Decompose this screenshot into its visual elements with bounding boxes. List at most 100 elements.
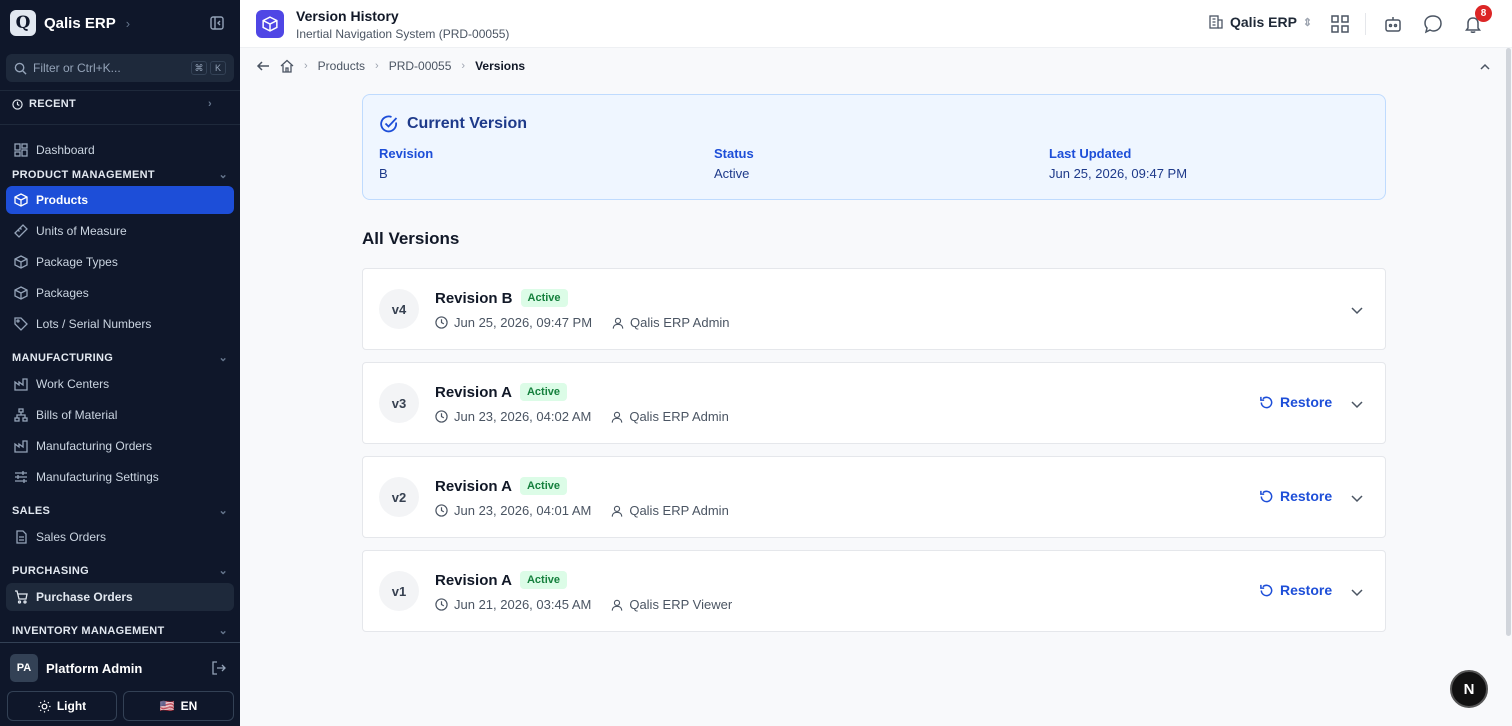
chevron-up-down-icon: ⇕ xyxy=(1302,16,1313,29)
page-subtitle: Inertial Navigation System (PRD-00055) xyxy=(296,27,510,41)
section-purchasing[interactable]: PURCHASING ⌄ xyxy=(12,564,228,578)
version-revision: Revision A xyxy=(435,477,512,495)
section-label: PRODUCT MANAGEMENT xyxy=(12,168,155,181)
notification-badge: 8 xyxy=(1475,5,1492,22)
apps-grid-icon[interactable] xyxy=(1330,14,1350,34)
restore-label: Restore xyxy=(1280,488,1333,504)
bot-icon[interactable] xyxy=(1383,14,1403,34)
brand[interactable]: Q Qalis ERP › xyxy=(10,10,130,36)
clock-icon xyxy=(435,410,448,423)
avatar: PA xyxy=(10,654,38,682)
restore-icon xyxy=(1260,490,1273,502)
logout-icon[interactable] xyxy=(212,661,226,675)
org-name: Qalis ERP xyxy=(1230,14,1297,30)
section-manufacturing[interactable]: MANUFACTURING ⌄ xyxy=(12,351,228,365)
home-icon[interactable] xyxy=(280,59,294,73)
org-switcher[interactable]: Qalis ERP ⇕ xyxy=(1208,14,1312,30)
version-card[interactable]: v1 Revision A Active Jun 21, 2026, 03:45… xyxy=(362,550,1386,632)
sidebar-item-units[interactable]: Units of Measure xyxy=(6,217,234,245)
scrollbar[interactable] xyxy=(1506,48,1511,636)
status-badge: Active xyxy=(519,477,567,495)
restore-button[interactable]: Restore xyxy=(1259,488,1332,504)
section-inventory[interactable]: INVENTORY MANAGEMENT ⌄ xyxy=(12,624,228,638)
tag-icon xyxy=(14,317,28,331)
current-version-heading: Current Version xyxy=(379,114,527,134)
search-input[interactable] xyxy=(33,61,173,75)
sidebar-item-label: Bills of Material xyxy=(36,408,118,422)
arrow-left-icon[interactable] xyxy=(256,59,270,73)
language-button[interactable]: 🇺🇸 EN xyxy=(123,691,234,721)
sidebar: Q Qalis ERP › ⌘ K RECENT › Dashboard PRO… xyxy=(0,0,240,726)
chevron-down-icon[interactable] xyxy=(1349,396,1365,412)
version-date: Jun 25, 2026, 09:47 PM xyxy=(454,315,593,330)
user-icon xyxy=(612,411,623,423)
section-sales[interactable]: SALES ⌄ xyxy=(12,504,228,518)
sidebar-item-products[interactable]: Products xyxy=(6,186,234,214)
sun-icon xyxy=(38,699,51,713)
user-icon xyxy=(612,317,624,329)
all-versions-title: All Versions xyxy=(362,229,460,248)
version-header: Revision B Active xyxy=(435,289,568,307)
restore-button[interactable]: Restore xyxy=(1259,582,1332,598)
sidebar-item-purchase-orders[interactable]: Purchase Orders xyxy=(6,583,234,611)
section-product-management[interactable]: PRODUCT MANAGEMENT ⌄ xyxy=(12,168,228,182)
version-number: v4 xyxy=(379,289,419,329)
chevron-right-icon: › xyxy=(461,60,466,72)
box-icon xyxy=(14,193,28,207)
sidebar-item-label: Purchase Orders xyxy=(36,590,133,604)
breadcrumb-products[interactable]: Products xyxy=(318,59,365,73)
version-number: v1 xyxy=(379,571,419,611)
sidebar-item-boms[interactable]: Bills of Material xyxy=(6,401,234,429)
breadcrumb-product-id[interactable]: PRD-00055 xyxy=(389,59,452,73)
sidebar-item-sales-orders[interactable]: Sales Orders xyxy=(6,523,234,551)
version-user: Qalis ERP Admin xyxy=(630,315,730,330)
sidebar-item-mfg-orders[interactable]: Manufacturing Orders xyxy=(6,432,234,460)
version-meta: Jun 25, 2026, 09:47 PM Qalis ERP Admin xyxy=(435,315,730,330)
version-header: Revision A Active xyxy=(435,477,567,495)
language-label: EN xyxy=(180,699,198,713)
cmd-key: ⌘ xyxy=(191,61,207,75)
chevron-down-icon[interactable] xyxy=(1349,490,1365,506)
last-updated-value: Jun 25, 2026, 09:47 PM xyxy=(1049,166,1188,181)
top-bar: Version History Inertial Navigation Syst… xyxy=(240,0,1512,48)
dashboard-icon xyxy=(14,143,28,157)
version-number: v2 xyxy=(379,477,419,517)
status-badge: Active xyxy=(519,383,567,401)
version-user: Qalis ERP Admin xyxy=(629,503,729,518)
chevron-up-icon[interactable] xyxy=(1478,60,1492,74)
chevron-down-icon: ⌄ xyxy=(218,565,228,577)
version-card[interactable]: v3 Revision A Active Jun 23, 2026, 04:02… xyxy=(362,362,1386,444)
chat-icon[interactable] xyxy=(1423,14,1443,34)
k-key: K xyxy=(210,61,226,75)
restore-icon xyxy=(1260,584,1273,596)
sidebar-item-mfg-settings[interactable]: Manufacturing Settings xyxy=(6,463,234,491)
recent-section[interactable]: RECENT › xyxy=(12,98,212,110)
chevron-down-icon[interactable] xyxy=(1349,302,1365,318)
sidebar-item-package-types[interactable]: Package Types xyxy=(6,248,234,276)
sidebar-item-label: Units of Measure xyxy=(36,224,127,238)
theme-toggle-button[interactable]: Light xyxy=(7,691,117,721)
chevron-down-icon[interactable] xyxy=(1349,584,1365,600)
sidebar-item-label: Sales Orders xyxy=(36,530,107,544)
shortcut-hint: ⌘ K xyxy=(191,61,226,75)
divider xyxy=(0,124,240,125)
section-label: INVENTORY MANAGEMENT xyxy=(12,624,165,637)
version-card[interactable]: v2 Revision A Active Jun 23, 2026, 04:01… xyxy=(362,456,1386,538)
status-badge: Active xyxy=(519,571,567,589)
sidebar-item-work-centers[interactable]: Work Centers xyxy=(6,370,234,398)
search-icon xyxy=(14,62,27,75)
next-dev-button[interactable]: N xyxy=(1450,670,1488,708)
version-date: Jun 23, 2026, 04:02 AM xyxy=(454,409,592,424)
version-card[interactable]: v4 Revision B Active Jun 25, 2026, 09:47… xyxy=(362,268,1386,350)
sidebar-item-dashboard[interactable]: Dashboard xyxy=(6,136,234,164)
user-profile[interactable]: PA Platform Admin xyxy=(10,654,226,682)
building-icon xyxy=(1209,15,1223,29)
app-name: Qalis ERP xyxy=(44,14,116,32)
sidebar-collapse-icon[interactable] xyxy=(209,15,225,31)
sidebar-item-lots[interactable]: Lots / Serial Numbers xyxy=(6,310,234,338)
search-box[interactable]: ⌘ K xyxy=(6,54,234,82)
sidebar-item-packages[interactable]: Packages xyxy=(6,279,234,307)
restore-button[interactable]: Restore xyxy=(1259,394,1332,410)
ruler-icon xyxy=(14,224,28,238)
divider xyxy=(0,90,240,91)
